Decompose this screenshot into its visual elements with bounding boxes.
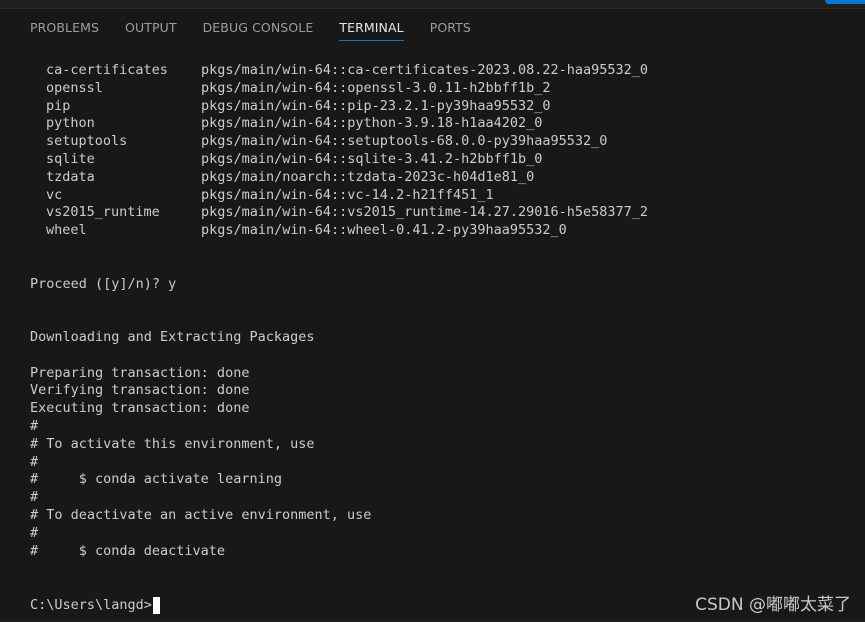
tab-terminal[interactable]: TERMINAL [339,19,405,41]
deactivate-note-line: # To deactivate an active environment, u… [30,506,372,523]
activate-note-line: # To activate this environment, use [30,435,315,452]
comment-line: # [30,417,39,434]
verifying-line: Verifying transaction: done [30,382,250,399]
comment-line: # [30,524,39,541]
prompt-text: C:\Users\langd> [30,597,152,613]
package-row: wheel pkgs/main/win-64::wheel-0.41.2-py39… [30,222,850,240]
deactivate-command-line: # $ conda deactivate [30,542,226,559]
package-spec: pkgs/main/win-64::openssl-3.0.11-h2bbff1… [201,79,551,96]
package-name: setuptools [46,133,128,150]
text-cursor [152,596,160,614]
panel-top-edge [0,0,865,9]
package-spec: pkgs/main/win-64::wheel-0.41.2-py39haa95… [201,222,567,239]
package-spec: pkgs/main/win-64::vc-14.2-h21ff451_1 [201,186,494,203]
command-prompt[interactable]: C:\Users\langd> [30,596,160,614]
package-row: setuptools pkgs/main/win-64::setuptools-6… [30,133,850,151]
package-row: sqlite pkgs/main/win-64::sqlite-3.41.2-h2… [30,151,850,169]
package-spec: pkgs/main/win-64::python-3.9.18-h1aa4202… [201,115,543,132]
package-name: wheel [46,222,87,239]
terminal-output[interactable]: ca-certificates pkgs/main/win-64::ca-cert… [30,62,850,614]
preparing-line: Preparing transaction: done [30,364,250,381]
package-row: vc pkgs/main/win-64::vc-14.2-h21ff451_1 [30,187,850,205]
tab-problems[interactable]: PROBLEMS [30,19,99,41]
package-name: tzdata [46,168,95,185]
package-name: openssl [46,79,103,96]
package-name: vs2015_runtime [46,204,160,221]
package-name: sqlite [46,150,95,167]
executing-line: Executing transaction: done [30,400,250,417]
package-row: openssl pkgs/main/win-64::openssl-3.0.11-… [30,80,850,98]
package-spec: pkgs/main/win-64::vs2015_runtime-14.27.2… [201,204,649,221]
tab-ports[interactable]: PORTS [430,19,471,41]
package-name: pip [46,97,71,114]
package-row: vs2015_runtime pkgs/main/win-64::vs2015_r… [30,204,850,222]
package-row: ca-certificates pkgs/main/win-64::ca-cert… [30,62,850,80]
watermark: CSDN @嘟嘟太菜了 [695,595,851,615]
downloading-line: Downloading and Extracting Packages [30,328,315,345]
package-spec: pkgs/main/noarch::tzdata-2023c-h04d1e81_… [201,168,535,185]
package-spec: pkgs/main/win-64::sqlite-3.41.2-h2bbff1b… [201,150,543,167]
package-row: tzdata pkgs/main/noarch::tzdata-2023c-h04… [30,169,850,187]
comment-line: # [30,453,39,470]
proceed-line: Proceed ([y]/n)? y [30,275,177,292]
package-spec: pkgs/main/win-64::ca-certificates-2023.0… [201,62,649,78]
accent-corner [825,0,865,4]
package-name: vc [46,186,63,203]
package-name: python [46,115,95,132]
package-spec: pkgs/main/win-64::pip-23.2.1-py39haa9553… [201,97,551,114]
activate-command-line: # $ conda activate learning [30,471,282,488]
panel-tab-bar: PROBLEMS OUTPUT DEBUG CONSOLE TERMINAL P… [30,19,471,43]
package-row: pip pkgs/main/win-64::pip-23.2.1-py39haa9… [30,98,850,116]
package-row: python pkgs/main/win-64::python-3.9.18-h1… [30,115,850,133]
tab-output[interactable]: OUTPUT [125,19,177,41]
terminal-panel: PROBLEMS OUTPUT DEBUG CONSOLE TERMINAL P… [0,0,865,622]
package-name: ca-certificates [46,62,168,78]
tab-debug-console[interactable]: DEBUG CONSOLE [203,19,314,41]
package-spec: pkgs/main/win-64::setuptools-68.0.0-py39… [201,133,608,150]
comment-line: # [30,489,39,506]
